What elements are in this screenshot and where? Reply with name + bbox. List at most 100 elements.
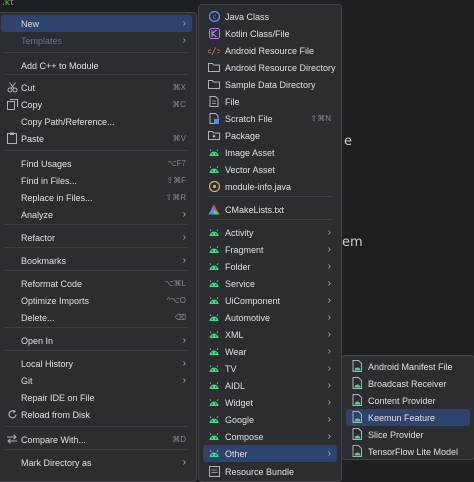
menu-item-kotlin-class-file[interactable]: Kotlin Class/File (203, 25, 337, 42)
menu-item-wear[interactable]: Wear › (203, 343, 337, 360)
menu-item-label: Kotlin Class/File (225, 28, 290, 39)
menu-item-paste[interactable]: Paste ⌘V (1, 130, 192, 147)
chevron-right-icon: › (327, 346, 331, 357)
android-file-icon (351, 445, 363, 457)
menu-item-label: Keemun Feature (368, 412, 436, 423)
menu-item-git[interactable]: Git › (1, 372, 192, 389)
menu-item-new[interactable]: New › (1, 15, 192, 32)
menu-item-label: Other (225, 448, 248, 459)
menu-item-compare-with[interactable]: Compare With... ⌘D (1, 431, 192, 448)
menu-item-label: Compose (225, 431, 264, 442)
menu-item-mark-directory-as[interactable]: Mark Directory as › (1, 454, 192, 471)
folder-icon (208, 61, 220, 73)
menu-item-widget[interactable]: Widget › (203, 394, 337, 411)
menu-item-find-in-files[interactable]: Find in Files... ⇧⌘F (1, 172, 192, 189)
menu-item-scratch-file[interactable]: Scratch File ⇧⌘N (203, 110, 337, 127)
android-icon (208, 413, 220, 425)
menu-item-label: Copy (21, 99, 43, 110)
menu-item-label: Reformat Code (21, 278, 83, 289)
chevron-right-icon: › (327, 312, 331, 323)
menu-item-repair-ide-on-file[interactable]: Repair IDE on File (1, 389, 192, 406)
menu-item-activity[interactable]: Activity › (203, 224, 337, 241)
menu-item-reload-from-disk[interactable]: Reload from Disk (1, 406, 192, 423)
file-icon (208, 95, 220, 107)
menu-item-broadcast-receiver[interactable]: Broadcast Receiver (346, 375, 470, 392)
android-file-icon (351, 360, 363, 372)
new-submenu: c Java Class Kotlin Class/File </> Android R… (198, 4, 342, 482)
android-icon (208, 294, 220, 306)
menu-item-label: Android Resource File (225, 45, 315, 56)
menu-item-image-asset[interactable]: Image Asset (203, 144, 337, 161)
menu-item-module-info-java[interactable]: module-info.java (203, 178, 337, 195)
menu-item-folder[interactable]: Folder › (203, 258, 337, 275)
menu-item-local-history[interactable]: Local History › (1, 355, 192, 372)
menu-item-package[interactable]: Package (203, 127, 337, 144)
menu-item-android-resource-file[interactable]: </> Android Resource File (203, 42, 337, 59)
chevron-right-icon: › (327, 227, 331, 238)
chevron-right-icon: › (327, 329, 331, 340)
android-file-icon (351, 411, 363, 423)
menu-item-delete[interactable]: Delete... ⌫ (1, 309, 192, 326)
menu-item-aidl[interactable]: AIDL › (203, 377, 337, 394)
menu-item-cmakelists-txt[interactable]: CMakeLists.txt (203, 201, 337, 218)
shortcut-hint: ⇧⌘F (166, 176, 186, 185)
shortcut-hint: ⌘C (172, 100, 186, 109)
menu-item-label: Java Class (225, 11, 270, 22)
menu-item-slice-provider[interactable]: Slice Provider (346, 426, 470, 443)
menu-item-uicomponent[interactable]: UiComponent › (203, 292, 337, 309)
menu-item-label: Resource Bundle (225, 466, 295, 477)
context-menu: New › Templates › Add C++ to Module Cut ⌘X Copy… (0, 12, 197, 482)
menu-item-sample-data-directory[interactable]: Sample Data Directory (203, 76, 337, 93)
android-icon (208, 447, 220, 459)
menu-item-refactor[interactable]: Refactor › (1, 229, 192, 246)
menu-item-optimize-imports[interactable]: Optimize Imports ^⌥O (1, 292, 192, 309)
android-icon (208, 396, 220, 408)
menu-item-label: Find in Files... (21, 175, 78, 186)
cmake-icon (208, 203, 220, 215)
shortcut-hint: ⌘D (172, 435, 186, 444)
menu-item-label: Fragment (225, 244, 264, 255)
menu-item-google[interactable]: Google › (203, 411, 337, 428)
menu-item-android-resource-directory[interactable]: Android Resource Directory (203, 59, 337, 76)
chevron-right-icon: › (182, 35, 186, 46)
menu-item-label: Find Usages (21, 158, 72, 169)
chevron-right-icon: › (327, 380, 331, 391)
menu-item-copy-path-reference[interactable]: Copy Path/Reference... (1, 113, 192, 130)
module-info-icon (208, 180, 220, 192)
menu-item-tv[interactable]: TV › (203, 360, 337, 377)
menu-item-label: Automotive (225, 312, 271, 323)
paste-icon (6, 132, 18, 144)
svg-text:</>: </> (208, 47, 220, 56)
menu-item-copy[interactable]: Copy ⌘C (1, 96, 192, 113)
chevron-right-icon: › (182, 255, 186, 266)
menu-item-content-provider[interactable]: Content Provider (346, 392, 470, 409)
menu-item-android-manifest-file[interactable]: Android Manifest File (346, 358, 470, 375)
menu-item-open-in[interactable]: Open In › (1, 332, 192, 349)
menu-item-xml[interactable]: XML › (203, 326, 337, 343)
menu-item-fragment[interactable]: Fragment › (203, 241, 337, 258)
menu-item-cut[interactable]: Cut ⌘X (1, 79, 192, 96)
menu-item-label: Delete... (21, 312, 55, 323)
menu-item-bookmarks[interactable]: Bookmarks › (1, 252, 192, 269)
menu-item-add-c-to-module[interactable]: Add C++ to Module (1, 57, 192, 74)
menu-item-label: Vector Asset (225, 164, 276, 175)
vector-asset-icon (208, 163, 220, 175)
menu-item-label: Repair IDE on File (21, 392, 95, 403)
menu-item-replace-in-files[interactable]: Replace in Files... ⇧⌘R (1, 189, 192, 206)
menu-item-label: Paste (21, 133, 45, 144)
menu-item-tensorflow-lite-model[interactable]: TensorFlow Lite Model (346, 443, 470, 459)
menu-item-compose[interactable]: Compose › (203, 428, 337, 445)
menu-item-vector-asset[interactable]: Vector Asset (203, 161, 337, 178)
menu-item-analyze[interactable]: Analyze › (1, 206, 192, 223)
menu-item-find-usages[interactable]: Find Usages ⌥F7 (1, 155, 192, 172)
reload-icon (6, 408, 18, 420)
menu-item-resource-bundle[interactable]: Resource Bundle (203, 463, 337, 480)
menu-item-reformat-code[interactable]: Reformat Code ⌥⌘L (1, 275, 192, 292)
menu-item-service[interactable]: Service › (203, 275, 337, 292)
menu-item-keemun-feature[interactable]: Keemun Feature (346, 409, 470, 426)
menu-item-automotive[interactable]: Automotive › (203, 309, 337, 326)
menu-item-other[interactable]: Other › (203, 445, 337, 462)
menu-separator (5, 270, 188, 271)
menu-item-file[interactable]: File (203, 93, 337, 110)
menu-item-java-class[interactable]: c Java Class (203, 8, 337, 25)
